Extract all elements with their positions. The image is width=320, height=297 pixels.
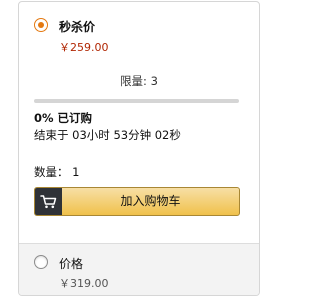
regular-price-value: ￥319.00 bbox=[59, 277, 109, 290]
countdown-timer: 结束于 03小时 53分钟 02秒 bbox=[34, 128, 181, 142]
flash-sale-price: ￥259.00 bbox=[59, 41, 109, 54]
shopping-cart-icon bbox=[35, 188, 62, 215]
sold-percentage: 0% 已订购 bbox=[34, 111, 93, 125]
regular-price-title: 价格 bbox=[59, 257, 84, 271]
add-to-cart-button[interactable]: 加入购物车 bbox=[34, 187, 240, 216]
regular-price-radio[interactable] bbox=[34, 255, 48, 269]
quantity-label[interactable]: 数量： 1 bbox=[34, 164, 79, 180]
flash-sale-radio[interactable] bbox=[34, 18, 48, 32]
regular-price-option[interactable]: 价格 ￥319.00 bbox=[19, 243, 259, 295]
flash-sale-title: 秒杀价 bbox=[59, 20, 96, 34]
buy-box: 秒杀价 ￥259.00 限量: 3 0% 已订购 结束于 03小时 53分钟 0… bbox=[18, 1, 260, 296]
limit-quantity: 限量: 3 bbox=[120, 74, 158, 88]
add-to-cart-label: 加入购物车 bbox=[120, 194, 181, 208]
sold-progress-bar bbox=[34, 99, 239, 103]
